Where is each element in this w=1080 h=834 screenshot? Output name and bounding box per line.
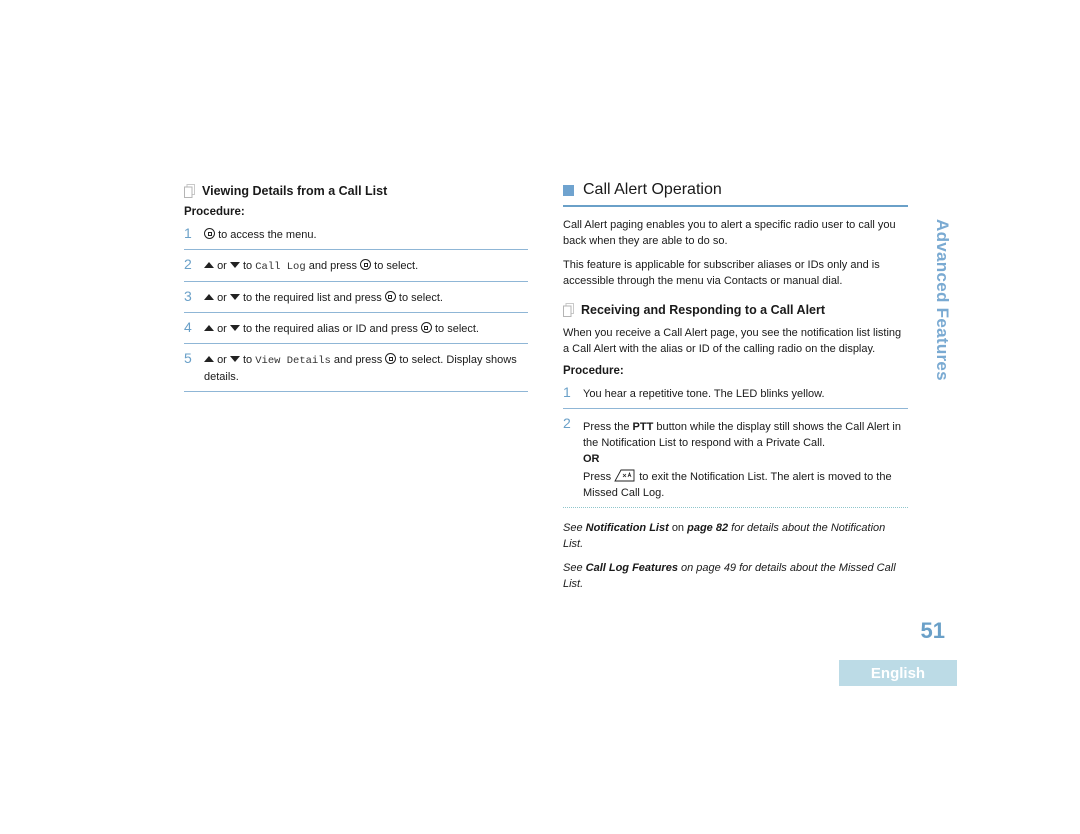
procedure-step: 4 or to the required alias or ID and pre…	[184, 317, 528, 344]
cross-reference: See Call Log Features on page 49 for det…	[563, 560, 908, 592]
menu-item-name: View Details	[255, 355, 331, 367]
procedure-step: 1 to access the menu.	[184, 223, 528, 250]
right-column: Call Alert Operation Call Alert paging e…	[563, 180, 908, 598]
step-text: or	[217, 260, 227, 272]
menu-item-name: Call Log	[255, 261, 306, 273]
step-number: 3	[184, 288, 192, 304]
procedure-step: 2 Press the PTT button while the display…	[563, 413, 908, 508]
procedure-step: 3 or to the required list and press to s…	[184, 286, 528, 313]
chapter-side-tab: Advanced Features	[933, 219, 952, 381]
step-text: or	[217, 323, 227, 335]
step-text: to access the menu.	[218, 229, 317, 241]
cross-reference-link[interactable]: Notification List	[586, 522, 669, 534]
step-number: 2	[563, 415, 571, 431]
section-heading-call-alert-operation: Call Alert Operation	[563, 180, 908, 207]
alternative-step: Press to exit the Notification List. The…	[583, 469, 908, 501]
step-text: and press	[308, 260, 358, 272]
procedure-step: 2 or to Call Log and press to select.	[184, 254, 528, 282]
up-arrow-icon	[204, 325, 214, 331]
step-number: 1	[184, 225, 192, 241]
step-text: and press	[333, 354, 383, 366]
step-text: Press	[583, 471, 612, 483]
subsection-heading-viewing-details: Viewing Details from a Call List	[184, 182, 528, 200]
step-number: 1	[563, 384, 571, 400]
ref-text: on	[671, 522, 685, 534]
intro-paragraph: This feature is applicable for subscribe…	[563, 259, 880, 287]
menu-ok-button-icon	[385, 353, 397, 364]
subsection-title: Receiving and Responding to a Call Alert	[581, 303, 826, 317]
procedure-step: 5 or to View Details and press to select…	[184, 348, 528, 392]
left-column: Viewing Details from a Call List Procedu…	[184, 182, 528, 396]
subsection-heading-receiving: Receiving and Responding to a Call Alert	[563, 301, 908, 319]
down-arrow-icon	[229, 325, 240, 331]
up-arrow-icon	[204, 262, 214, 268]
up-arrow-icon	[204, 356, 214, 362]
step-text: to the required alias or ID and press	[242, 323, 418, 335]
down-arrow-icon	[229, 294, 240, 300]
step-text: to select.	[434, 323, 479, 335]
step-number: 4	[184, 319, 192, 335]
step-text: to	[242, 354, 253, 366]
section-title: Call Alert Operation	[583, 181, 722, 198]
procedure-label: Procedure:	[184, 206, 245, 218]
step-text: to select.	[398, 292, 443, 304]
step-text: to the required list and press	[242, 292, 382, 304]
cross-reference-link[interactable]: Call Log Features	[586, 562, 678, 574]
menu-ok-button-icon	[204, 228, 215, 239]
down-arrow-icon	[229, 262, 240, 268]
down-arrow-icon	[229, 356, 240, 362]
menu-ok-button-icon	[360, 259, 372, 270]
step-text: to	[242, 260, 253, 272]
step-text: to select.	[374, 260, 419, 272]
blue-square-icon	[563, 184, 574, 196]
page-number: 51	[920, 618, 945, 643]
procedure-label: Procedure:	[563, 365, 624, 377]
subsection-intro: When you receive a Call Alert page, you …	[563, 327, 902, 355]
subsection-title: Viewing Details from a Call List	[202, 184, 388, 198]
step-text: or	[217, 292, 227, 304]
ref-text: See	[563, 562, 583, 574]
step-text: button while the display still shows the…	[583, 421, 901, 449]
step-text: or	[217, 354, 227, 366]
step-text: Press the	[583, 421, 630, 433]
up-arrow-icon	[204, 294, 214, 300]
menu-ok-button-icon	[420, 322, 432, 333]
intro-paragraph: Call Alert paging enables you to alert a…	[563, 219, 896, 247]
page-reference-link[interactable]: page 82	[687, 522, 728, 534]
page-stack-icon	[563, 303, 574, 317]
step-text: You hear a repetitive tone. The LED blin…	[583, 388, 825, 400]
step-number: 5	[184, 350, 192, 366]
menu-ok-button-icon	[384, 291, 396, 302]
or-label: OR	[583, 453, 600, 465]
step-number: 2	[184, 256, 192, 272]
ptt-button-label: PTT	[632, 421, 654, 433]
language-tab: English	[839, 660, 957, 686]
end-call-key-icon	[614, 469, 636, 482]
procedure-step: 1 You hear a repetitive tone. The LED bl…	[563, 382, 908, 409]
cross-reference: See Notification List on page 82 for det…	[563, 520, 908, 552]
page-stack-icon	[184, 184, 195, 198]
ref-text: See	[563, 522, 583, 534]
